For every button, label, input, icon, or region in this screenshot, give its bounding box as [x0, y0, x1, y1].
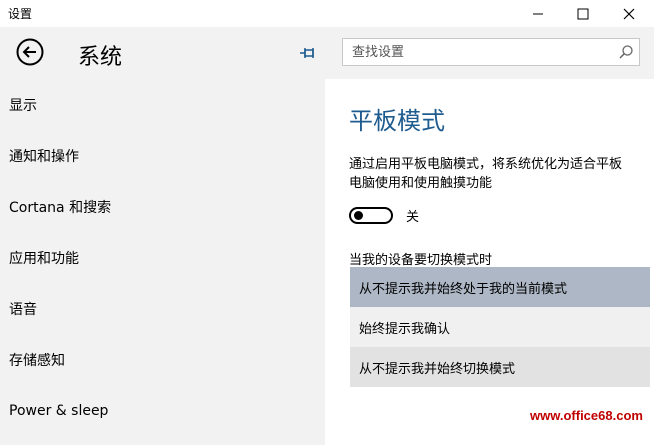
minimize-button[interactable]: [515, 0, 561, 27]
sidebar-item-label: 存储感知: [9, 353, 65, 369]
search-input[interactable]: [343, 39, 622, 65]
sidebar-item-label: 通知和操作: [9, 149, 79, 165]
sidebar-item-storage[interactable]: 存储感知: [0, 340, 325, 380]
dropdown-option[interactable]: 从不提示我并始终切换模式: [350, 347, 650, 387]
dropdown-option-label: 从不提示我并始终切换模式: [359, 361, 516, 377]
sidebar-item-label: Cortana 和搜索: [9, 200, 112, 216]
sidebar-item-label: Power & sleep: [9, 403, 109, 419]
sidebar-item-notifications[interactable]: 通知和操作: [0, 136, 325, 176]
sidebar-item-speech[interactable]: 语音: [0, 289, 325, 329]
back-arrow-icon: [16, 38, 44, 66]
dropdown-option-label: 从不提示我并始终处于我的当前模式: [359, 281, 568, 297]
pin-to-start-button[interactable]: [296, 41, 320, 65]
tablet-mode-toggle[interactable]: [349, 206, 393, 224]
close-button[interactable]: [606, 0, 652, 27]
search-icon[interactable]: [618, 44, 634, 60]
app-title: 设置: [8, 7, 33, 21]
maximize-icon: [577, 8, 589, 19]
sidebar-item-label: 显示: [9, 98, 37, 114]
toggle-state-label: 关: [406, 209, 420, 225]
dropdown-option[interactable]: 从不提示我并始终处于我的当前模式: [350, 267, 650, 307]
maximize-button[interactable]: [560, 0, 606, 27]
page-header: 系统: [0, 27, 654, 79]
watermark: www.office68.com: [530, 408, 643, 423]
toggle-knob: [354, 210, 363, 220]
tablet-mode-panel: 平板模式 通过启用平板电脑模式，将系统优化为适合平板电脑使用和使用触摸功能 关 …: [325, 79, 654, 445]
title-bar: 设置: [0, 0, 654, 27]
switch-prompt-label: 当我的设备要切换模式时: [349, 253, 493, 268]
sidebar-item-label: 语音: [9, 302, 37, 318]
dropdown-option[interactable]: 始终提示我确认: [350, 307, 650, 347]
sidebar: 显示 通知和操作 Cortana 和搜索 应用和功能 语音 存储感知 Power…: [0, 79, 325, 445]
pin-icon: [300, 48, 314, 58]
sidebar-item-power-sleep[interactable]: Power & sleep: [0, 391, 325, 431]
page-title: 系统: [78, 45, 123, 70]
sidebar-item-cortana[interactable]: Cortana 和搜索: [0, 187, 325, 227]
sidebar-item-apps[interactable]: 应用和功能: [0, 238, 325, 278]
sidebar-item-display[interactable]: 显示: [0, 85, 325, 125]
dropdown-option-label: 始终提示我确认: [359, 321, 451, 337]
tablet-mode-toggle-row: 关: [349, 205, 419, 225]
section-title: 平板模式: [349, 107, 445, 135]
back-button[interactable]: [16, 38, 44, 66]
sidebar-item-label: 应用和功能: [9, 251, 79, 267]
close-icon: [623, 8, 635, 19]
tablet-mode-description: 通过启用平板电脑模式，将系统优化为适合平板电脑使用和使用触摸功能: [349, 157, 623, 191]
search-box: [342, 38, 640, 66]
minimize-icon: [533, 13, 543, 14]
switch-prompt-dropdown[interactable]: 从不提示我并始终处于我的当前模式 始终提示我确认 从不提示我并始终切换模式: [350, 267, 650, 387]
